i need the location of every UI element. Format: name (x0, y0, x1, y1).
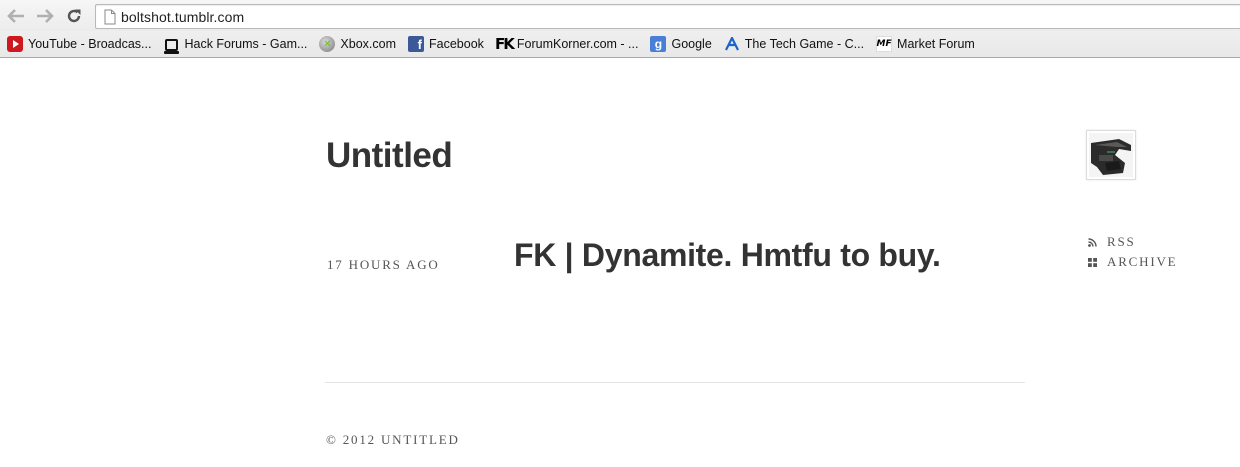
bookmark-facebook[interactable]: f Facebook (408, 33, 484, 55)
post-date[interactable]: 17 HOURS AGO (327, 257, 440, 273)
avatar[interactable] (1086, 130, 1136, 180)
bookmark-label: Google (671, 37, 712, 51)
grid-icon (1088, 257, 1100, 267)
post-title[interactable]: FK | Dynamite. Hmtfu to buy. (514, 237, 941, 274)
bookmark-marketforum[interactable]: MF Market Forum (876, 33, 975, 55)
bookmark-label: Facebook (429, 37, 484, 51)
sidebar-links: RSS ARCHIVE (1088, 232, 1177, 272)
google-icon: g (650, 36, 667, 52)
bookmark-label: ForumKorner.com - ... (516, 37, 639, 51)
footer-divider (325, 382, 1025, 383)
youtube-icon (7, 36, 23, 52)
bookmark-label: Hack Forums - Gam... (184, 37, 308, 51)
rss-icon (1088, 237, 1100, 247)
address-bar[interactable]: boltshot.tumblr.com (95, 4, 1240, 29)
bookmarks-bar: YouTube - Broadcas... Hack Forums - Gam.… (0, 31, 1240, 58)
rss-link[interactable]: RSS (1088, 232, 1177, 252)
rss-label: RSS (1107, 234, 1136, 249)
footer-copyright: © 2012 UNTITLED (326, 432, 460, 447)
bookmark-youtube[interactable]: YouTube - Broadcas... (7, 33, 151, 55)
page-icon (104, 9, 116, 25)
arrow-left-icon (7, 9, 24, 23)
bookmark-hackforums[interactable]: Hack Forums - Gam... (163, 33, 307, 55)
reload-icon (67, 9, 81, 23)
blog-title[interactable]: Untitled (326, 136, 453, 176)
avatar-image (1089, 133, 1133, 177)
bookmark-forumkorner[interactable]: FK ForumKorner.com - ... (494, 33, 639, 55)
bookmark-label: YouTube - Broadcas... (28, 37, 152, 51)
archive-label: ARCHIVE (1107, 254, 1178, 269)
bookmark-google[interactable]: g Google (650, 33, 712, 55)
forumkorner-icon: FK (494, 35, 515, 53)
archive-link[interactable]: ARCHIVE (1088, 252, 1177, 272)
marketforum-icon: MF (876, 36, 893, 52)
arrow-right-icon (37, 9, 54, 23)
bookmark-techgame[interactable]: The Tech Game - C... (724, 33, 864, 55)
facebook-icon: f (408, 36, 424, 52)
hackforums-icon (163, 36, 179, 54)
bookmark-xbox[interactable]: ✕ Xbox.com (319, 33, 396, 55)
xbox-icon: ✕ (319, 36, 336, 52)
bookmark-label: Xbox.com (340, 37, 396, 51)
reload-button[interactable] (64, 6, 84, 26)
bookmark-label: Market Forum (897, 37, 975, 51)
browser-toolbar: boltshot.tumblr.com (0, 0, 1240, 31)
url-text[interactable]: boltshot.tumblr.com (121, 9, 244, 25)
techgame-icon (724, 36, 740, 52)
forward-button[interactable] (35, 6, 55, 26)
bookmark-label: The Tech Game - C... (744, 37, 865, 51)
back-button[interactable] (6, 6, 26, 26)
